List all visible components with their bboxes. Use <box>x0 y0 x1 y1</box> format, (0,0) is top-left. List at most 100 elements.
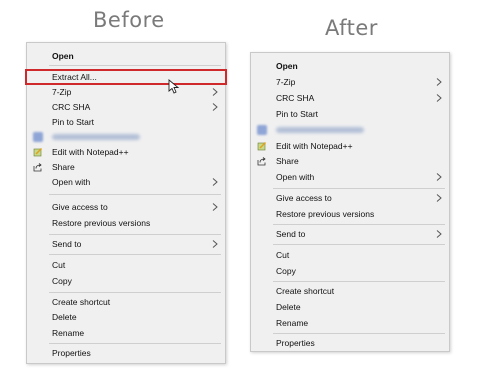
menu-item-edit-notepad[interactable]: Edit with Notepad++ <box>27 145 225 159</box>
menu-item-crc-sha[interactable]: CRC SHA <box>27 100 225 114</box>
menu-item-share[interactable]: Share <box>27 160 225 174</box>
menu-item-label: Rename <box>276 318 309 328</box>
menu-item-label: Open <box>52 51 74 61</box>
before-context-menu: Open Extract All... 7-Zip CRC SHA Pin to… <box>25 42 227 364</box>
menu-item-restore-previous[interactable]: Restore previous versions <box>27 216 225 230</box>
menu-item-label: Restore previous versions <box>276 209 375 219</box>
menu-item-label: Edit with Notepad++ <box>276 141 353 151</box>
menu-item-blurred-app[interactable] <box>251 123 449 137</box>
menu-item-crc-sha[interactable]: CRC SHA <box>251 91 449 105</box>
menu-item-label: Extract All... <box>52 72 97 82</box>
menu-separator <box>49 343 221 344</box>
chevron-right-icon <box>212 178 218 186</box>
menu-item-label: Open with <box>52 177 91 187</box>
menu-separator <box>49 292 221 293</box>
menu-item-edit-notepad[interactable]: Edit with Notepad++ <box>251 139 449 153</box>
menu-item-label: Pin to Start <box>276 109 319 119</box>
blurred-label <box>276 127 364 133</box>
chevron-right-icon <box>212 203 218 211</box>
menu-item-give-access[interactable]: Give access to <box>251 191 449 205</box>
menu-separator <box>49 194 221 195</box>
menu-separator <box>273 188 445 189</box>
menu-item-label: Restore previous versions <box>52 218 151 228</box>
chevron-right-icon <box>212 103 218 111</box>
menu-item-label: Share <box>52 162 75 172</box>
chevron-right-icon <box>436 230 442 238</box>
menu-item-label: 7-Zip <box>52 87 72 97</box>
menu-item-copy[interactable]: Copy <box>251 264 449 278</box>
menu-separator <box>273 244 445 245</box>
menu-item-label: Open with <box>276 172 315 182</box>
menu-separator <box>273 281 445 282</box>
menu-item-properties[interactable]: Properties <box>27 346 225 360</box>
menu-item-open[interactable]: Open <box>27 49 225 63</box>
menu-item-cut[interactable]: Cut <box>251 248 449 262</box>
menu-item-label: Copy <box>52 276 72 286</box>
menu-item-properties[interactable]: Properties <box>251 336 449 350</box>
menu-item-delete[interactable]: Delete <box>251 300 449 314</box>
menu-item-label: Pin to Start <box>52 117 95 127</box>
notepad-plus-plus-icon <box>257 142 266 151</box>
after-context-menu: Open 7-Zip CRC SHA Pin to Start Edit wit… <box>250 52 450 352</box>
menu-item-label: Open <box>276 61 298 71</box>
menu-item-label: CRC SHA <box>276 93 315 103</box>
menu-item-open-with[interactable]: Open with <box>251 170 449 184</box>
menu-separator <box>49 65 221 66</box>
blurred-app-icon <box>257 125 267 135</box>
menu-item-label: Give access to <box>52 202 108 212</box>
menu-item-label: Delete <box>276 302 301 312</box>
menu-item-give-access[interactable]: Give access to <box>27 200 225 214</box>
chevron-right-icon <box>436 173 442 181</box>
menu-item-label: Share <box>276 156 299 166</box>
menu-item-restore-previous[interactable]: Restore previous versions <box>251 207 449 221</box>
menu-item-pin-to-start[interactable]: Pin to Start <box>27 115 225 129</box>
menu-item-share[interactable]: Share <box>251 154 449 168</box>
menu-item-label: Cut <box>52 260 66 270</box>
menu-item-label: 7-Zip <box>276 77 296 87</box>
menu-separator <box>273 333 445 334</box>
menu-item-7zip[interactable]: 7-Zip <box>27 85 225 99</box>
chevron-right-icon <box>436 194 442 202</box>
notepad-plus-plus-icon <box>33 148 42 157</box>
menu-item-label: Cut <box>276 250 290 260</box>
menu-separator <box>49 254 221 255</box>
share-icon <box>257 157 266 166</box>
menu-item-rename[interactable]: Rename <box>251 316 449 330</box>
after-heading: After <box>325 16 378 40</box>
menu-item-label: Give access to <box>276 193 332 203</box>
menu-item-copy[interactable]: Copy <box>27 274 225 288</box>
menu-item-label: Properties <box>276 338 315 348</box>
menu-item-label: Copy <box>276 266 296 276</box>
chevron-right-icon <box>212 88 218 96</box>
menu-item-send-to[interactable]: Send to <box>251 227 449 241</box>
menu-item-cut[interactable]: Cut <box>27 258 225 272</box>
menu-item-label: Send to <box>52 239 82 249</box>
chevron-right-icon <box>436 78 442 86</box>
menu-separator <box>273 224 445 225</box>
menu-item-create-shortcut[interactable]: Create shortcut <box>27 295 225 309</box>
menu-item-label: Rename <box>52 328 85 338</box>
menu-item-pin-to-start[interactable]: Pin to Start <box>251 107 449 121</box>
blurred-app-icon <box>33 132 43 142</box>
chevron-right-icon <box>436 94 442 102</box>
menu-item-delete[interactable]: Delete <box>27 310 225 324</box>
menu-item-label: Create shortcut <box>276 286 335 296</box>
blurred-label <box>52 134 140 140</box>
menu-item-label: Delete <box>52 312 77 322</box>
menu-separator <box>49 234 221 235</box>
menu-item-rename[interactable]: Rename <box>27 326 225 340</box>
menu-item-open-with[interactable]: Open with <box>27 175 225 189</box>
before-heading: Before <box>93 8 165 32</box>
menu-item-open[interactable]: Open <box>251 59 449 73</box>
menu-item-extract-all[interactable]: Extract All... <box>25 69 227 85</box>
menu-item-send-to[interactable]: Send to <box>27 237 225 251</box>
menu-item-label: Properties <box>52 348 91 358</box>
menu-item-create-shortcut[interactable]: Create shortcut <box>251 284 449 298</box>
menu-item-blurred-app[interactable] <box>27 130 225 144</box>
share-icon <box>33 163 42 172</box>
chevron-right-icon <box>212 240 218 248</box>
menu-item-label: Edit with Notepad++ <box>52 147 129 157</box>
menu-item-7zip[interactable]: 7-Zip <box>251 75 449 89</box>
menu-item-label: Create shortcut <box>52 297 111 307</box>
menu-item-label: CRC SHA <box>52 102 91 112</box>
